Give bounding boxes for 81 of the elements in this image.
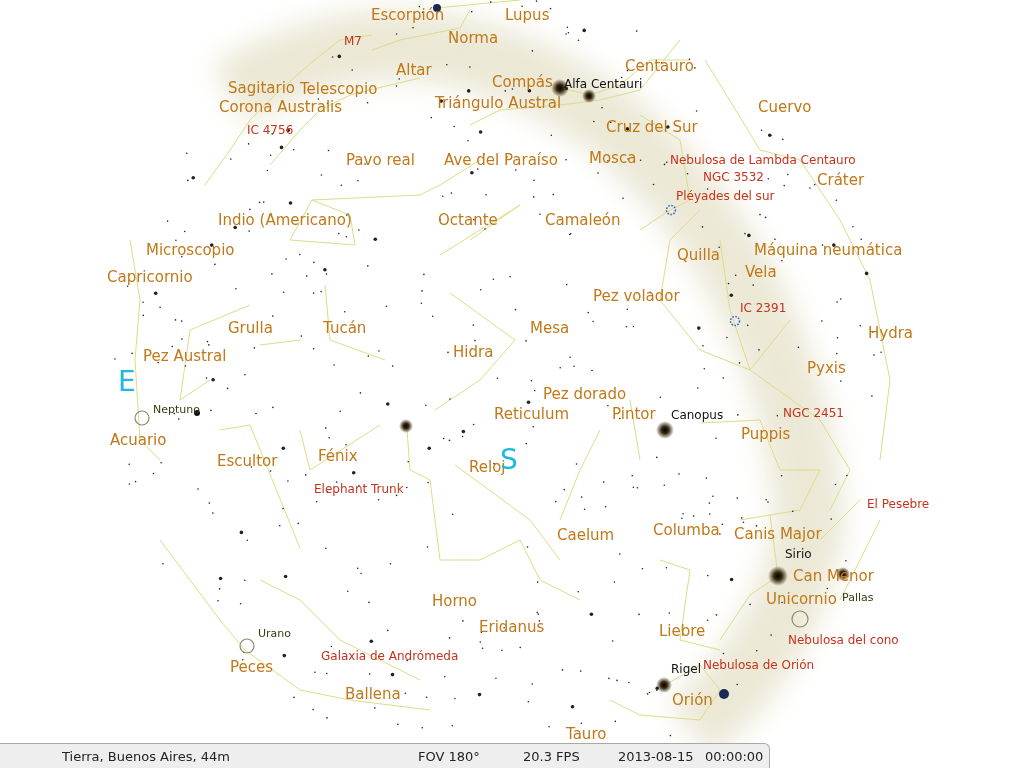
constellation-label: Tucán (323, 319, 367, 337)
constellation-label: Sagitario (228, 79, 295, 97)
deep-sky-label: El Pesebre (867, 498, 930, 512)
constellation-label: Compás (492, 73, 553, 91)
constellation-label: Grulla (228, 319, 273, 337)
deep-sky-label: M7 (344, 35, 362, 49)
constellation-label: Centauro (625, 57, 694, 75)
fov-text: FOV 180° (418, 748, 481, 764)
constellation-label: Corona Australis (219, 98, 343, 116)
constellation-label: Cráter (817, 171, 865, 189)
deep-sky-label: Pléyades del sur (676, 190, 775, 204)
deep-sky-label: NGC 2451 (783, 407, 844, 421)
constellation-label: Peces (230, 658, 274, 676)
deep-sky-label: Nebulosa del cono (788, 634, 899, 648)
deep-sky-label: Nebulosa de Lambda Centauro (670, 154, 856, 168)
constellation-label: Escultor (217, 452, 278, 470)
constellation-label: Capricornio (107, 268, 193, 286)
star-label: Rigel (671, 663, 701, 677)
star-label: Canopus (671, 409, 724, 423)
constellation-label: Cuervo (758, 98, 812, 116)
constellation-label: Mesa (530, 319, 570, 337)
constellation-label: Liebre (659, 622, 706, 640)
time-text: 00:00:00 (705, 748, 765, 764)
date-text: 2013-08-15 (618, 748, 695, 764)
constellation-label: Quilla (677, 246, 720, 264)
constellation-label: Caelum (557, 526, 615, 544)
constellation-label: Horno (432, 592, 478, 610)
constellation-label: Camaleón (545, 211, 621, 229)
constellation-label: Acuario (110, 431, 167, 449)
constellation-label: Ave del Paraíso (444, 151, 559, 169)
cardinal-point-label: E (118, 366, 136, 398)
constellation-label: Mosca (589, 149, 637, 167)
constellation-label: Pavo real (346, 151, 415, 169)
planet-marker-icon (791, 610, 809, 628)
constellation-label: Máquina neumática (754, 241, 903, 259)
cluster-marker-icon (665, 204, 677, 216)
planet-label: Urano (258, 627, 292, 641)
constellation-label: Fénix (318, 447, 358, 465)
constellation-label: Lupus (505, 6, 550, 24)
deep-sky-label: Elephant Trunk (314, 483, 404, 497)
constellation-label: Pez Austral (143, 347, 227, 365)
constellation-label: Octante (438, 211, 498, 229)
constellation-label: Hidra (453, 343, 494, 361)
cluster-marker-icon (729, 315, 741, 327)
deep-sky-label: IC 2391 (740, 302, 787, 316)
deep-sky-label: Galaxia de Andrómeda (321, 650, 459, 664)
constellation-label: Pez volador (593, 287, 680, 305)
constellation-label: Indio (Americano) (218, 211, 352, 229)
constellation-label: Canis Major (734, 525, 822, 543)
star-label: Alfa Centauri (564, 78, 643, 92)
deep-sky-label: NGC 3532 (703, 171, 764, 185)
planet-marker-icon (134, 410, 150, 426)
constellation-label: Puppis (741, 425, 791, 443)
constellation-label: Orión (672, 691, 713, 709)
planet-label: Neptuno (153, 403, 200, 417)
constellation-label: Can Menor (793, 567, 874, 585)
constellation-label: Cruz del Sur (606, 118, 698, 136)
constellation-label: Altar (396, 61, 432, 79)
planet-label: Pallas (842, 591, 874, 605)
planet-marker-icon (239, 638, 255, 654)
constellation-label: Telescopio (300, 80, 378, 98)
constellation-label: Reticulum (494, 405, 570, 423)
constellation-label: Escorpión (371, 6, 445, 24)
constellation-label: Norma (448, 29, 499, 47)
constellation-label: Tauro (566, 725, 607, 743)
constellation-label: Unicornio (766, 590, 837, 608)
constellation-label: Hydra (868, 324, 914, 342)
constellation-label: Triángulo Austral (435, 94, 562, 112)
star-label: Sirio (785, 548, 812, 562)
constellation-label: Pez dorado (543, 385, 627, 403)
deep-sky-label: Nebulosa de Orión (703, 659, 815, 673)
constellation-label: Ballena (345, 685, 401, 703)
constellation-label: Microscopio (146, 241, 235, 259)
deep-sky-label: IC 4756 (247, 124, 294, 138)
constellation-label: Columba (653, 521, 720, 539)
constellation-label: Eridanus (479, 618, 545, 636)
fps-text: 20.3 FPS (523, 748, 581, 764)
constellation-label: Vela (745, 263, 777, 281)
constellation-label: Pyxis (807, 359, 846, 377)
location-text: Tierra, Buenos Aires, 44m (62, 748, 231, 764)
constellation-label: Pintor (612, 405, 656, 423)
